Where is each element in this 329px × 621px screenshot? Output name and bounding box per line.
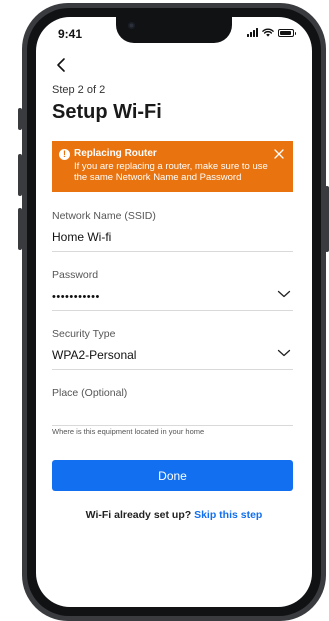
chevron-down-icon[interactable]: [277, 287, 291, 301]
done-button[interactable]: Done: [52, 460, 293, 491]
status-time: 9:41: [58, 27, 83, 41]
place-input[interactable]: [52, 405, 293, 426]
security-type-value: WPA2-Personal: [52, 348, 137, 362]
alert-title: Replacing Router: [74, 148, 157, 159]
ssid-value: Home Wi-fi: [52, 230, 112, 244]
status-icons: [247, 28, 296, 37]
ssid-label: Network Name (SSID): [52, 210, 156, 222]
close-icon[interactable]: [273, 148, 285, 160]
password-field[interactable]: Password •••••••••••: [52, 269, 293, 311]
security-type-select[interactable]: WPA2-Personal: [52, 346, 293, 370]
already-setup-footer: Wi-Fi already set up? Skip this step: [36, 509, 312, 521]
battery-icon: [278, 28, 296, 37]
signal-icon: [247, 28, 258, 37]
camera-icon: [128, 22, 135, 29]
ssid-input[interactable]: Home Wi-fi: [52, 228, 293, 252]
replacing-router-alert: ! Replacing Router If you are replacing …: [52, 141, 293, 192]
ssid-field[interactable]: Network Name (SSID) Home Wi-fi: [52, 210, 293, 252]
silent-switch: [18, 108, 22, 130]
screen: 9:41 Step 2 of 2 Setup Wi-Fi ! Replacing…: [36, 17, 312, 607]
place-field[interactable]: Place (Optional): [52, 387, 293, 426]
password-input[interactable]: •••••••••••: [52, 287, 293, 311]
password-value: •••••••••••: [52, 291, 100, 303]
page: 9:41 Step 2 of 2 Setup Wi-Fi ! Replacing…: [0, 0, 329, 621]
skip-step-link[interactable]: Skip this step: [194, 509, 262, 521]
step-indicator: Step 2 of 2: [52, 84, 106, 96]
password-label: Password: [52, 269, 99, 281]
volume-up-button: [18, 154, 22, 196]
info-icon: !: [59, 149, 70, 160]
notch: [116, 17, 232, 43]
wifi-icon: [262, 28, 274, 37]
page-title: Setup Wi-Fi: [52, 101, 162, 123]
already-setup-prompt: Wi-Fi already set up?: [85, 509, 192, 521]
alert-body: If you are replacing a router, make sure…: [74, 161, 268, 183]
security-type-field[interactable]: Security Type WPA2-Personal: [52, 328, 293, 370]
place-helper-text: Where is this equipment located in your …: [52, 427, 205, 436]
volume-down-button: [18, 208, 22, 250]
security-type-label: Security Type: [52, 328, 116, 340]
power-button: [325, 186, 329, 252]
back-chevron-icon[interactable]: [52, 55, 72, 75]
chevron-down-icon[interactable]: [277, 346, 291, 360]
place-label: Place (Optional): [52, 387, 128, 399]
